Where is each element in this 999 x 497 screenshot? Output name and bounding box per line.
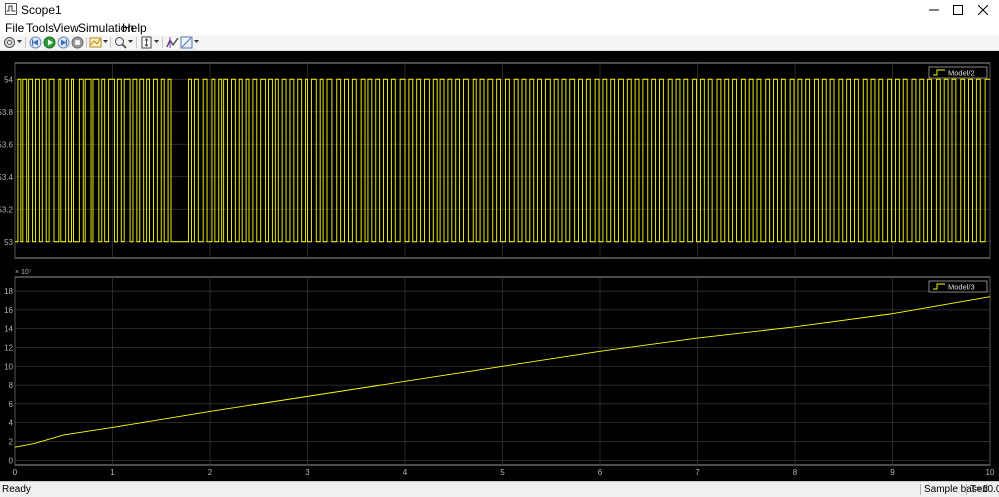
y-tick-label: 53.6 [0,140,14,149]
y-tick-label: 0 [9,456,14,465]
x-tick-label: 7 [695,468,700,477]
step-forward-icon[interactable] [57,36,70,49]
x-tick-label: 6 [598,468,603,477]
x-tick-label: 9 [890,468,895,477]
settings-icon[interactable] [3,36,16,49]
y-tick-label: 4 [9,419,14,428]
y-tick-label: 54 [4,75,13,84]
x-tick-label: 8 [793,468,798,477]
menu-tools[interactable]: Tools [26,21,54,35]
y-tick-label: 14 [4,325,13,334]
scope-axes[interactable]: 5353.253.453.653.854Model/2 024681012141… [0,51,999,481]
legend[interactable]: Model/2 [928,66,988,79]
y-exponent-label: × 10⁷ [15,269,32,276]
y-tick-label: 53 [4,238,13,247]
y-tick-label: 16 [4,306,13,315]
y-tick-label: 2 [9,438,14,447]
y-tick-label: 53.8 [0,108,14,117]
window-title: Scope1 [21,3,62,17]
x-tick-label: 3 [305,468,310,477]
triggers-dropdown-icon[interactable] [194,39,199,44]
highlight-icon[interactable] [89,36,102,49]
scope-display: 5353.253.453.653.854Model/2 024681012141… [0,51,999,481]
toolbar-separator [25,37,26,48]
legend[interactable]: Model/3 [928,280,988,293]
y-tick-label: 53.4 [0,173,14,182]
run-icon[interactable] [43,36,56,49]
legend-label: Model/2 [948,69,975,78]
triggers-icon[interactable] [180,36,193,49]
status-bar: Ready Sample based T=10.000 [0,481,999,497]
stop-icon[interactable] [71,36,84,49]
scale-axes-icon[interactable] [140,36,153,49]
scope-app-icon [5,3,17,15]
scale-axes-dropdown-icon[interactable] [154,39,159,44]
cursor-measure-icon[interactable] [166,36,179,49]
y-tick-label: 12 [4,344,13,353]
y-tick-label: 6 [9,400,14,409]
toolbar-separator [110,37,111,48]
upper-plot[interactable]: 53 53.2 53.4 53.6 53.8 54 Model/2 [0,62,991,259]
close-icon [977,4,988,15]
close-button[interactable] [971,0,994,19]
minimize-icon [928,9,939,10]
toolbar-separator [86,37,87,48]
x-tick-label: 2 [208,468,213,477]
y-tick-label: 53.2 [0,205,14,214]
menu-bar: File Tools View Simulation Help [0,19,999,35]
x-tick-label: 4 [403,468,408,477]
menu-view[interactable]: View [53,21,79,35]
legend-label: Model/3 [948,283,975,292]
status-text: Ready [2,484,31,495]
x-tick-label: 5 [500,468,505,477]
title-bar: Scope1 [0,0,999,19]
maximize-icon [952,4,963,15]
zoom-dropdown-icon[interactable] [128,39,133,44]
step-back-icon[interactable] [29,36,42,49]
y-tick-label: 18 [4,287,13,296]
menu-file[interactable]: File [5,21,24,35]
settings-dropdown-icon[interactable] [17,39,22,44]
highlight-dropdown-icon[interactable] [103,39,108,44]
menu-help[interactable]: Help [122,21,147,35]
zoom-icon[interactable] [114,36,127,49]
x-tick-label: 1 [110,468,115,477]
maximize-button[interactable] [946,0,969,19]
x-tick-label: 10 [986,468,995,477]
y-tick-label: 10 [4,362,13,371]
simulation-time: T=10.000 [966,484,999,495]
toolbar [0,35,999,51]
toolbar-separator [136,37,137,48]
toolbar-separator [162,37,163,48]
x-tick-label: 0 [13,468,18,477]
lower-plot[interactable]: 0246810121416180 1 2 3 4 5 6 7 8 9 10× 10⁷Model/3 [4,269,995,477]
y-tick-label: 8 [9,381,14,390]
minimize-button[interactable] [922,0,945,19]
